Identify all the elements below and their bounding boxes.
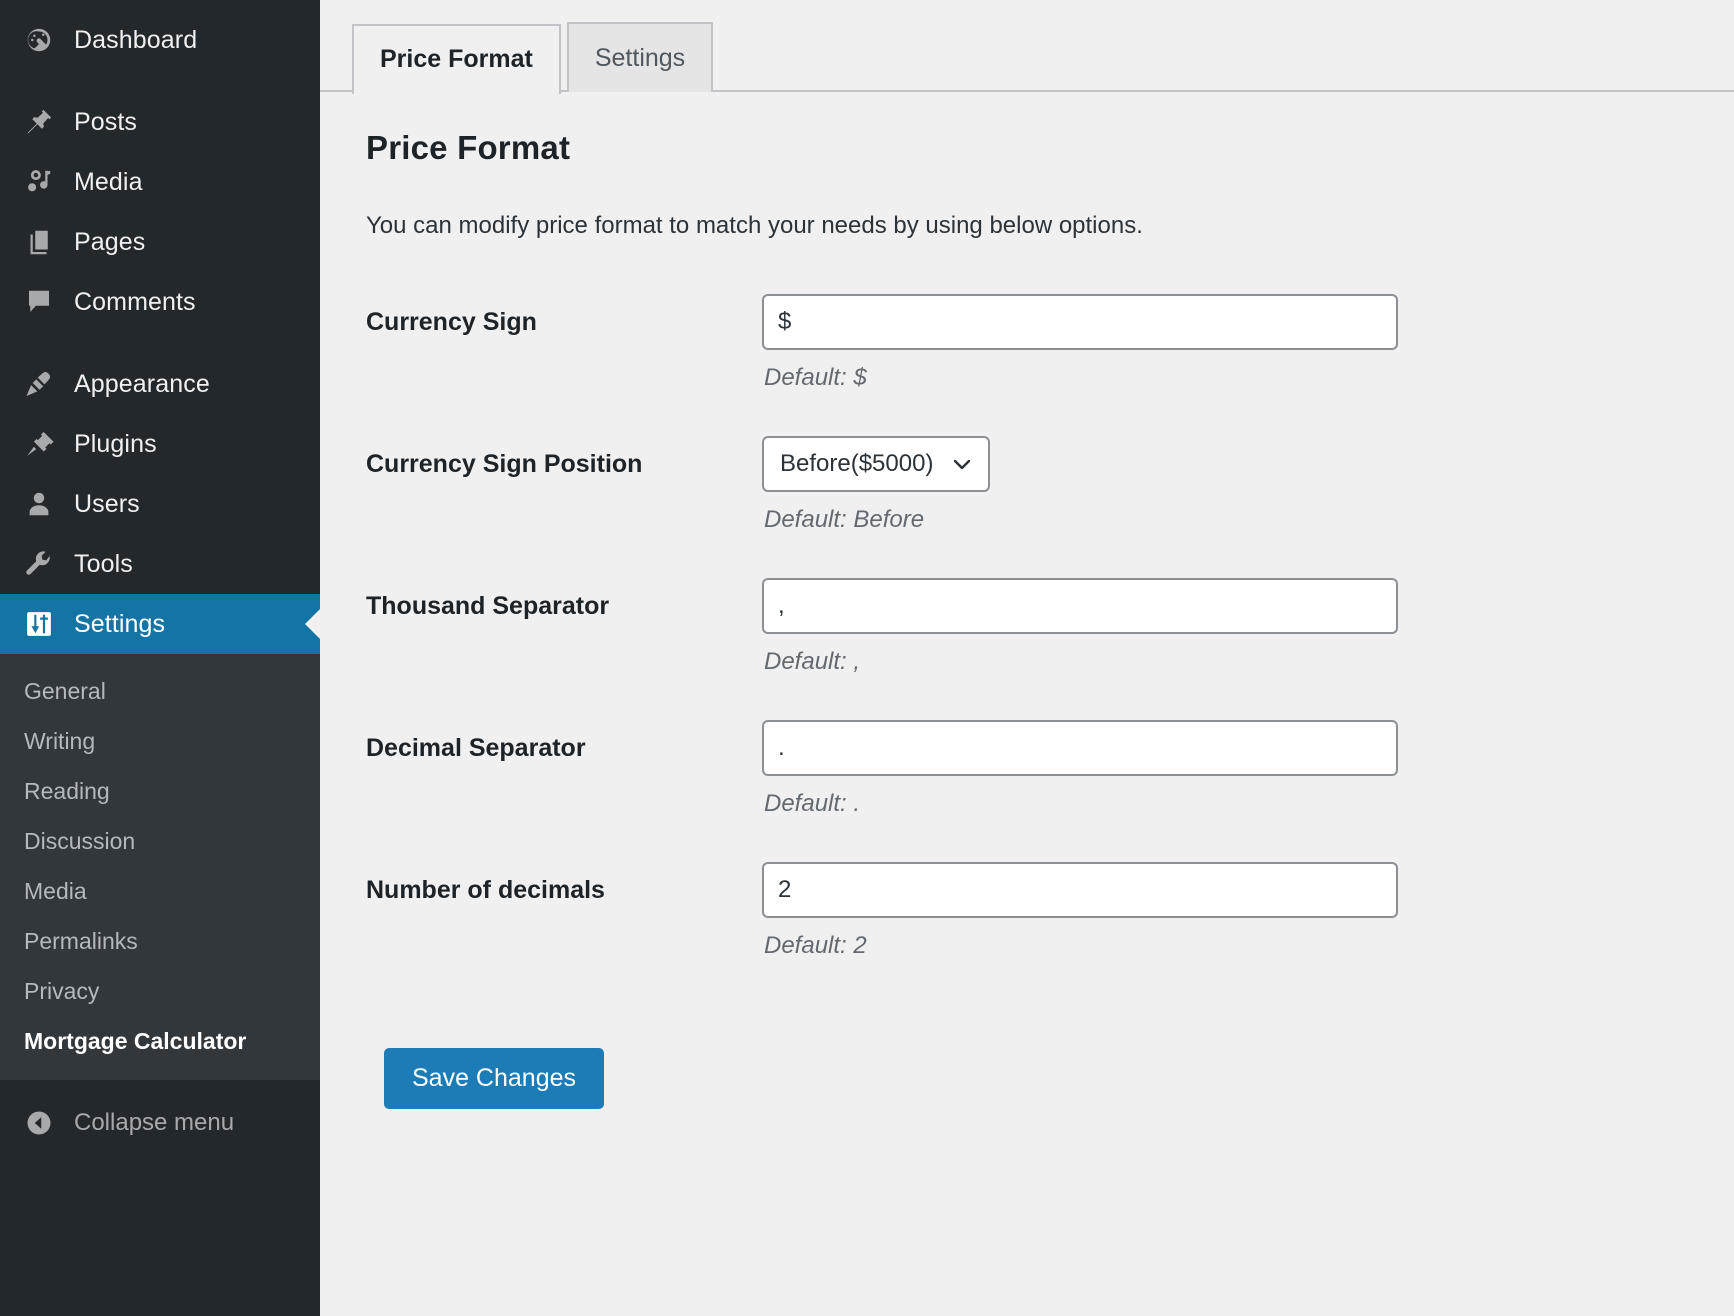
number-of-decimals-input[interactable]	[762, 861, 1398, 918]
thousand-separator-default-hint: Default: ,	[764, 647, 861, 675]
form-row-decimal-separator: Decimal Separator Default: .	[366, 698, 1398, 840]
field-cell-thousand-separator: Default: ,	[762, 556, 1398, 698]
sidebar-item-users[interactable]: Users	[0, 474, 320, 534]
sidebar-item-plugins[interactable]: Plugins	[0, 414, 320, 474]
plug-icon	[18, 429, 60, 459]
sidebar-item-settings[interactable]: Settings	[0, 594, 321, 654]
submenu-item-discussion[interactable]: Discussion	[0, 816, 320, 866]
sidebar-item-label: Comments	[74, 287, 196, 316]
label-currency-sign-position: Currency Sign Position	[366, 449, 643, 478]
sidebar-item-label: Users	[74, 489, 140, 518]
collapse-menu-label: Collapse menu	[74, 1109, 235, 1136]
page-description: You can modify price format to match you…	[366, 211, 1143, 239]
submenu-item-reading[interactable]: Reading	[0, 766, 320, 816]
save-changes-button[interactable]: Save Changes	[384, 1047, 605, 1109]
sidebar-separator	[0, 70, 320, 92]
sliders-icon	[18, 609, 60, 639]
decimal-separator-default-hint: Default: .	[764, 789, 861, 817]
submenu-item-general[interactable]: General	[0, 666, 320, 716]
current-menu-arrow-icon	[305, 608, 321, 640]
submenu-item-privacy[interactable]: Privacy	[0, 966, 320, 1016]
wrench-icon	[18, 549, 60, 579]
tab-bar: Price Format Settings	[320, 0, 1734, 94]
sidebar-item-pages[interactable]: Pages	[0, 212, 320, 272]
submenu-item-mortgage-calculator[interactable]: Mortgage Calculator	[0, 1016, 320, 1066]
price-format-form: Currency Sign Default: $ Currency Sign P…	[366, 272, 1398, 982]
sidebar-item-label: Plugins	[74, 429, 157, 458]
main-content: Price Format Settings Price Format You c…	[320, 0, 1734, 1316]
sidebar-filler	[0, 1166, 320, 1316]
field-cell-currency-sign: Default: $	[762, 272, 1398, 414]
settings-submenu: General Writing Reading Discussion Media…	[0, 654, 320, 1080]
submenu-item-writing[interactable]: Writing	[0, 716, 320, 766]
label-currency-sign: Currency Sign	[366, 307, 537, 336]
form-row-currency-sign: Currency Sign Default: $	[366, 272, 1398, 414]
form-row-thousand-separator: Thousand Separator Default: ,	[366, 556, 1398, 698]
field-cell-currency-sign-position: Before($5000) After(5000$) Default: Befo…	[762, 414, 1398, 556]
sidebar-item-label: Tools	[74, 549, 133, 578]
sidebar-separator	[0, 332, 320, 354]
number-of-decimals-default-hint: Default: 2	[764, 931, 867, 959]
pin-icon	[18, 107, 60, 137]
collapse-menu-button[interactable]: Collapse menu	[0, 1080, 320, 1166]
media-icon	[18, 167, 60, 197]
sidebar-item-label: Posts	[74, 107, 138, 136]
admin-sidebar: Dashboard Posts Media Pages Comments App…	[0, 0, 321, 1316]
comments-icon	[18, 287, 60, 317]
tab-label: Price Format	[380, 44, 533, 73]
sidebar-item-comments[interactable]: Comments	[0, 272, 320, 332]
label-decimal-separator: Decimal Separator	[366, 733, 586, 762]
submenu-item-media[interactable]: Media	[0, 866, 320, 916]
sidebar-item-label: Appearance	[74, 369, 210, 398]
tab-label: Settings	[594, 43, 686, 72]
form-row-number-of-decimals: Number of decimals Default: 2	[366, 840, 1398, 982]
sidebar-item-posts[interactable]: Posts	[0, 92, 320, 152]
submit-row: Save Changes	[366, 1047, 1734, 1109]
field-cell-decimal-separator: Default: .	[762, 698, 1398, 840]
decimal-separator-input[interactable]	[762, 719, 1398, 776]
sidebar-item-label: Dashboard	[74, 25, 198, 54]
sidebar-item-tools[interactable]: Tools	[0, 534, 320, 594]
sidebar-item-media[interactable]: Media	[0, 152, 320, 212]
settings-panel: Price Format You can modify price format…	[320, 92, 1734, 1109]
dashboard-icon	[18, 25, 60, 55]
currency-sign-position-select-wrap: Before($5000) After(5000$)	[762, 435, 990, 492]
arrow-left-circle-icon	[18, 1108, 60, 1138]
sidebar-item-dashboard[interactable]: Dashboard	[0, 10, 320, 70]
currency-sign-input[interactable]	[762, 293, 1398, 350]
submenu-item-permalinks[interactable]: Permalinks	[0, 916, 320, 966]
currency-sign-position-select[interactable]: Before($5000) After(5000$)	[762, 435, 990, 492]
sidebar-item-appearance[interactable]: Appearance	[0, 354, 320, 414]
user-icon	[18, 489, 60, 519]
pages-icon	[18, 227, 60, 257]
sidebar-item-label: Media	[74, 167, 143, 196]
sidebar-item-label: Pages	[74, 227, 146, 256]
currency-sign-position-default-hint: Default: Before	[764, 505, 925, 533]
tab-settings[interactable]: Settings	[566, 22, 714, 92]
sidebar-top-spacer	[0, 0, 320, 10]
paintbrush-icon	[18, 369, 60, 399]
form-row-currency-sign-position: Currency Sign Position Before($5000) Aft…	[366, 414, 1398, 556]
sidebar-item-label: Settings	[74, 609, 166, 638]
currency-sign-default-hint: Default: $	[764, 363, 867, 391]
label-thousand-separator: Thousand Separator	[366, 591, 610, 620]
page-title: Price Format	[366, 129, 571, 166]
field-cell-number-of-decimals: Default: 2	[762, 840, 1398, 982]
thousand-separator-input[interactable]	[762, 577, 1398, 634]
admin-screen: Dashboard Posts Media Pages Comments App…	[0, 0, 1734, 1316]
label-number-of-decimals: Number of decimals	[366, 875, 605, 904]
tab-price-format[interactable]: Price Format	[352, 24, 561, 94]
